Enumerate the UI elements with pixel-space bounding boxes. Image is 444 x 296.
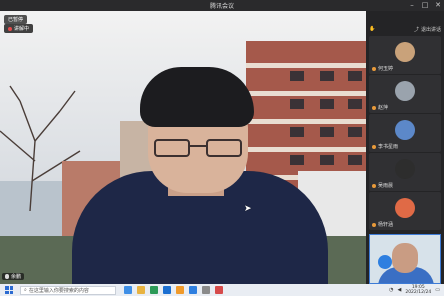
paused-badge: 已暂停 — [4, 15, 28, 24]
app-icon[interactable] — [137, 286, 145, 294]
participant-sidebar: ✋ ⤴ 退出讲话 何玉婷 赵萍 李书星雨 吴雨晨 杨轩涵 — [366, 11, 444, 284]
mic-muted-icon — [372, 144, 376, 149]
taskbar-search-input[interactable]: ⌕ 在这里输入你要搜索的内容 — [20, 285, 116, 295]
mouse-cursor-icon: ➤ — [244, 204, 252, 214]
main-video[interactable]: ➤ — [0, 11, 366, 284]
windows-start-button[interactable] — [4, 285, 14, 295]
hand-icon[interactable]: ✋ — [369, 26, 375, 32]
title-bar: 腾讯会议 – □ ✕ — [0, 0, 444, 11]
app-icon[interactable] — [150, 286, 158, 294]
avatar — [395, 198, 415, 218]
participant-name: 吴雨晨 — [378, 183, 394, 189]
app-icon[interactable] — [189, 286, 197, 294]
participant-name: 李书星雨 — [378, 144, 399, 150]
speaker-name-tag: 余鹏 — [2, 273, 25, 280]
participant-tile[interactable]: 李书星雨 — [369, 114, 441, 152]
participant-tile[interactable]: 吴雨晨 — [369, 153, 441, 191]
presenting-label: 讲解中 — [14, 26, 30, 32]
search-icon: ⌕ — [24, 287, 27, 293]
participant-name: 何玉婷 — [378, 66, 394, 72]
mic-muted-icon — [372, 222, 376, 227]
exit-speaking-label: 退出讲话 — [420, 26, 441, 33]
mic-muted-icon — [372, 66, 376, 71]
sidebar-header: ✋ ⤴ 退出讲话 — [366, 24, 444, 34]
network-icon[interactable]: ◔ — [389, 287, 393, 293]
notification-icon[interactable]: ▭ — [435, 287, 440, 293]
system-tray: ◔ ◀ 19:05 2022/12/24 ▭ — [389, 284, 440, 296]
avatar — [395, 120, 415, 140]
participant-tile[interactable]: 赵萍 — [369, 75, 441, 113]
presenting-indicator[interactable]: 讲解中 — [4, 24, 34, 33]
close-icon[interactable]: ✕ — [434, 1, 442, 9]
app-icon[interactable] — [202, 286, 210, 294]
self-view-video[interactable] — [369, 234, 441, 284]
window-title: 腾讯会议 — [209, 3, 234, 10]
self-view-head — [392, 243, 418, 273]
meeting-window: 腾讯会议 – □ ✕ ➤ 已暂停 讲解中 余鹏 ✋ ⤴ 退出讲话 何玉婷 赵萍 … — [0, 0, 444, 284]
avatar — [395, 42, 415, 62]
maximize-icon[interactable]: □ — [421, 1, 429, 9]
participant-name: 赵萍 — [378, 105, 389, 111]
taskbar-clock[interactable]: 19:05 2022/12/24 — [405, 285, 431, 295]
app-icon[interactable] — [124, 286, 132, 294]
mic-muted-icon — [372, 105, 376, 110]
app-icon[interactable] — [215, 286, 223, 294]
mic-muted-icon — [372, 183, 376, 188]
record-dot-icon — [8, 26, 12, 31]
avatar — [395, 159, 415, 179]
avatar — [395, 81, 415, 101]
speaker-name: 余鹏 — [11, 274, 22, 280]
camera-button[interactable] — [378, 255, 392, 269]
exit-speaking-button[interactable]: ⤴ 退出讲话 — [414, 26, 441, 33]
windows-taskbar: ⌕ 在这里输入你要搜索的内容 ◔ ◀ 19:05 2022/12/24 ▭ — [0, 284, 444, 296]
window-controls: – □ ✕ — [408, 1, 442, 9]
app-icon[interactable] — [163, 286, 171, 294]
participant-name: 杨轩涵 — [378, 222, 394, 228]
participant-tile[interactable]: 杨轩涵 — [369, 192, 441, 230]
search-placeholder: 在这里输入你要搜索的内容 — [28, 287, 89, 294]
clock-date: 2022/12/24 — [405, 290, 432, 295]
speaker-hair — [140, 67, 254, 127]
participant-tile[interactable]: 何玉婷 — [369, 36, 441, 74]
minimize-icon[interactable]: – — [408, 1, 416, 9]
taskbar-app-icons — [124, 286, 223, 294]
app-icon[interactable] — [176, 286, 184, 294]
microphone-icon — [5, 274, 9, 279]
volume-icon[interactable]: ◀ — [397, 287, 401, 293]
glasses-graphic — [154, 139, 242, 159]
exit-icon: ⤴ — [413, 26, 419, 33]
